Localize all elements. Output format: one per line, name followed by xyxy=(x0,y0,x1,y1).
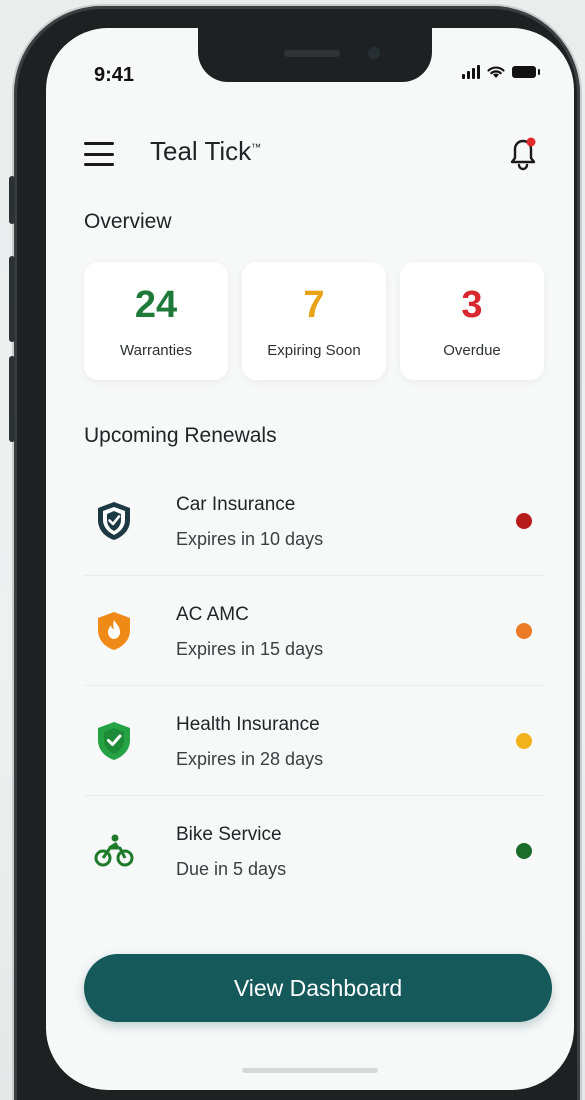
app-title: Teal Tick™ xyxy=(150,136,262,166)
warranties-label: Warranties xyxy=(120,342,192,359)
notification-dot xyxy=(526,137,536,147)
menu-icon[interactable] xyxy=(84,142,114,166)
volume-down-button xyxy=(9,356,15,442)
renewal-item-health-insurance[interactable]: Health Insurance Expires in 28 days xyxy=(84,686,544,796)
warranties-count: 24 xyxy=(134,284,178,326)
status-dot-orange xyxy=(516,623,532,639)
battery-icon xyxy=(512,65,540,78)
renewal-expiry: Due in 5 days xyxy=(176,859,287,879)
notification-bell-icon[interactable] xyxy=(506,134,540,172)
volume-up-button xyxy=(9,256,15,342)
status-icons xyxy=(462,64,540,79)
overdue-label: Overdue xyxy=(443,342,501,359)
overview-cards: 24 Warranties 7 Expiring Soon 3 Overdue xyxy=(84,262,544,380)
renewal-name: Bike Service xyxy=(176,824,282,845)
status-dot-green xyxy=(516,843,532,859)
shield-check-icon xyxy=(98,502,130,540)
overdue-count: 3 xyxy=(461,284,483,326)
motorbike-icon xyxy=(94,834,134,867)
renewal-item-ac-amc[interactable]: AC AMC Expires in 15 days xyxy=(84,576,544,686)
renewal-name: Car Insurance xyxy=(176,494,296,515)
renewal-item-bike-service[interactable]: Bike Service Due in 5 days xyxy=(84,796,544,906)
shield-flame-icon xyxy=(98,612,130,650)
overview-title: Overview xyxy=(84,210,172,233)
view-dashboard-button[interactable]: View Dashboard xyxy=(84,954,552,1022)
wifi-icon xyxy=(487,66,505,78)
upcoming-renewals-title: Upcoming Renewals xyxy=(84,424,277,447)
status-time: 9:41 xyxy=(94,64,135,86)
phone-frame: 9:41 Teal Tick™ Overview 24 Warranties 7… xyxy=(9,6,580,1100)
cellular-signal-icon xyxy=(462,64,480,79)
expiring-soon-card[interactable]: 7 Expiring Soon xyxy=(242,262,386,380)
renewal-expiry: Expires in 15 days xyxy=(176,639,324,659)
overdue-card[interactable]: 3 Overdue xyxy=(400,262,544,380)
renewal-name: Health Insurance xyxy=(176,714,320,735)
warranties-card[interactable]: 24 Warranties xyxy=(84,262,228,380)
expiring-soon-count: 7 xyxy=(303,284,325,326)
renewals-list: Car Insurance Expires in 10 days AC AMC … xyxy=(84,466,544,906)
renewal-name: AC AMC xyxy=(176,604,249,625)
renewal-item-car-insurance[interactable]: Car Insurance Expires in 10 days xyxy=(84,466,544,576)
trademark-symbol: ™ xyxy=(251,142,262,154)
speaker xyxy=(284,50,340,57)
expiring-soon-label: Expiring Soon xyxy=(267,342,361,359)
shield-check-icon xyxy=(98,722,130,760)
app-header: Teal Tick™ xyxy=(46,136,574,176)
home-indicator[interactable] xyxy=(242,1068,378,1073)
notch xyxy=(198,28,432,82)
status-dot-red xyxy=(516,513,532,529)
app-screen: 9:41 Teal Tick™ Overview 24 Warranties 7… xyxy=(46,28,574,1090)
renewal-expiry: Expires in 28 days xyxy=(176,749,324,769)
front-camera xyxy=(368,47,380,59)
status-dot-yellow xyxy=(516,733,532,749)
mute-switch xyxy=(9,176,15,224)
renewal-expiry: Expires in 10 days xyxy=(176,529,324,549)
